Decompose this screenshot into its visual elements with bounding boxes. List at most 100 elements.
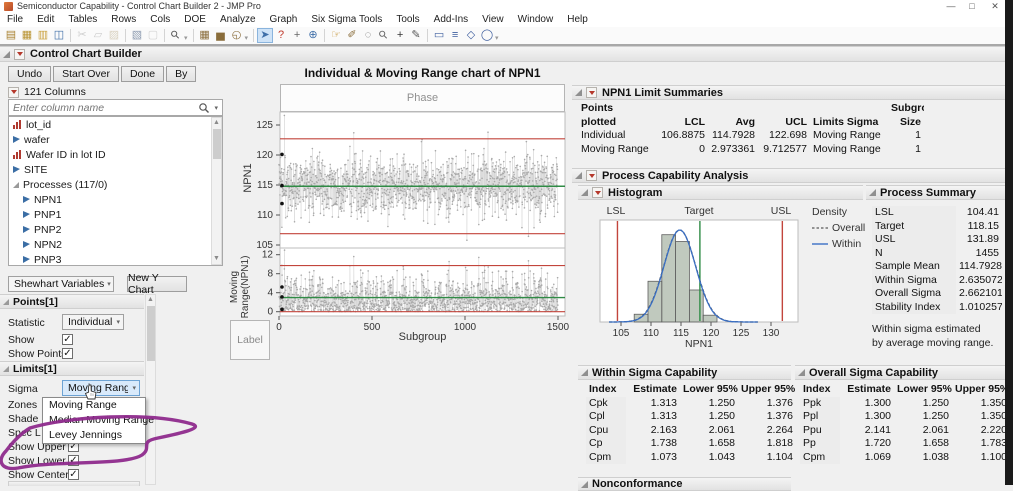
- collapse-triangle-icon[interactable]: [581, 369, 588, 376]
- menu-doe[interactable]: DOE: [177, 13, 213, 27]
- new-y-chart-button[interactable]: New Y Chart: [127, 272, 187, 296]
- menu-window[interactable]: Window: [511, 13, 561, 27]
- menu-tools[interactable]: Tools: [389, 13, 426, 27]
- grabber-tool-icon[interactable]: ☞: [328, 28, 344, 43]
- data-table-icon[interactable]: ▦: [197, 28, 213, 43]
- column-item-pnp1[interactable]: PNP1: [9, 207, 222, 222]
- paste-icon[interactable]: ▨: [106, 28, 122, 43]
- polygon-annotate-icon[interactable]: ◇: [463, 28, 479, 43]
- column-item-npn1[interactable]: NPN1: [9, 192, 222, 207]
- globe-tool-icon[interactable]: ⊕: [305, 28, 321, 43]
- table-cell: Cpl: [586, 410, 626, 424]
- statistic-dropdown[interactable]: Individual ▾: [62, 314, 124, 330]
- maximize-button[interactable]: □: [963, 0, 981, 12]
- menu-tables[interactable]: Tables: [61, 13, 104, 27]
- undo-button[interactable]: Undo: [8, 66, 52, 82]
- collapse-triangle-icon[interactable]: [581, 189, 588, 196]
- menu-graph[interactable]: Graph: [263, 13, 305, 27]
- new-data-table-icon[interactable]: ▦: [19, 28, 35, 43]
- collapse-triangle-icon[interactable]: [869, 189, 876, 196]
- sigma-option-moving-range[interactable]: Moving Range: [43, 398, 145, 413]
- start-over-button[interactable]: Start Over: [53, 66, 119, 82]
- menu-edit[interactable]: Edit: [30, 13, 61, 27]
- help-tool-icon[interactable]: ?: [273, 28, 289, 43]
- show-center-checkbox[interactable]: ✓: [68, 469, 79, 480]
- column-item-processes-117-0-[interactable]: Processes (117/0): [9, 177, 222, 192]
- show-checkbox[interactable]: ✓: [62, 334, 73, 345]
- open-icon[interactable]: ▥: [35, 28, 51, 43]
- menu-help[interactable]: Help: [560, 13, 595, 27]
- collapse-triangle-icon[interactable]: [3, 298, 9, 305]
- table-cell: 1.073: [650, 450, 677, 463]
- collapse-triangle-icon[interactable]: [3, 365, 9, 372]
- cut-icon[interactable]: ✂: [74, 28, 90, 43]
- graph-builder-icon[interactable]: ◵: [229, 28, 245, 43]
- oval-annotate-icon[interactable]: ◯: [479, 28, 495, 43]
- toolbar-overflow-icon[interactable]: ▾: [495, 34, 499, 42]
- save-icon[interactable]: ◫: [51, 28, 67, 43]
- sigma-dropdown[interactable]: Moving Range▾: [62, 380, 140, 396]
- column-list-scrollbar[interactable]: ▲ ▼: [211, 117, 222, 265]
- menu-rows[interactable]: Rows: [104, 13, 143, 27]
- rectangle-annotate-icon[interactable]: ▭: [431, 28, 447, 43]
- show-points-label: Show Points: [8, 348, 67, 360]
- control-chart-plot[interactable]: 105110115120125048120 500 1000 1500: [230, 84, 572, 350]
- crosshair-tool-icon[interactable]: +: [289, 28, 305, 43]
- collapse-triangle-icon[interactable]: [798, 369, 805, 376]
- red-triangle-menu-icon[interactable]: [592, 187, 603, 198]
- collapse-triangle-icon[interactable]: [581, 480, 588, 488]
- by-button[interactable]: By: [166, 66, 197, 82]
- shade-zones-label: Shade: [8, 413, 39, 425]
- menu-add-ins[interactable]: Add-Ins: [427, 13, 475, 27]
- arrow-tool-icon[interactable]: ➤: [257, 28, 274, 43]
- distribution-icon[interactable]: ▅: [213, 28, 229, 43]
- group-expand-icon[interactable]: [13, 181, 19, 188]
- svg-text:8: 8: [267, 269, 273, 280]
- copy-icon[interactable]: ▱: [90, 28, 106, 43]
- options-scrollbar[interactable]: ▲: [145, 294, 156, 485]
- collapse-triangle-icon[interactable]: [3, 50, 10, 58]
- show-lower-checkbox[interactable]: ✓: [68, 455, 79, 466]
- collapse-triangle-icon[interactable]: [575, 89, 582, 96]
- red-triangle-menu-icon[interactable]: [14, 48, 25, 60]
- menu-cols[interactable]: Cols: [143, 13, 177, 27]
- red-triangle-menu-icon[interactable]: [586, 170, 597, 181]
- show-points-checkbox[interactable]: ✓: [62, 348, 73, 359]
- done-button[interactable]: Done: [120, 66, 165, 82]
- menu-analyze[interactable]: Analyze: [213, 13, 263, 27]
- within-capability-table: Index Estimate Lower 95% Upper 95% Cpk 1.313 1…: [586, 383, 796, 464]
- columns-red-triangle-icon[interactable]: [8, 86, 19, 98]
- column-item-pnp3[interactable]: PNP3: [9, 252, 222, 265]
- menu-six-sigma-tools[interactable]: Six Sigma Tools: [304, 13, 389, 27]
- minimize-button[interactable]: —: [942, 0, 960, 12]
- chart-mode-selector[interactable]: Shewhart Variables ▾: [8, 276, 114, 292]
- close-button[interactable]: ✕: [986, 0, 1004, 12]
- brush-tool-icon[interactable]: ✐: [344, 28, 360, 43]
- column-item-pnp2[interactable]: PNP2: [9, 222, 222, 237]
- next-section-partial: [8, 481, 140, 486]
- toolbar-overflow-icon[interactable]: ▾: [245, 34, 249, 42]
- column-item-npn2[interactable]: NPN2: [9, 237, 222, 252]
- search-options-caret-icon[interactable]: ▾: [210, 104, 222, 112]
- column-item-wafer-id-in-lot-id[interactable]: Wafer ID in lot ID: [9, 147, 222, 162]
- table-cell: Cp: [586, 437, 626, 451]
- sigma-option-levey-jennings[interactable]: Levey Jennings: [43, 428, 145, 443]
- column-item-lot-id[interactable]: lot_id: [9, 117, 222, 132]
- red-triangle-menu-icon[interactable]: [586, 87, 597, 98]
- column-item-site[interactable]: SITE: [9, 162, 222, 177]
- table-cell: Upper 95%: [741, 383, 796, 395]
- sigma-option-median-moving-range[interactable]: Median Moving Range: [43, 413, 154, 428]
- journal-icon[interactable]: ▧: [129, 28, 145, 43]
- pencil-tool-icon[interactable]: ✎: [408, 28, 424, 43]
- process-summary-note: Within sigma estimated by average moving …: [872, 323, 994, 349]
- layout-icon[interactable]: ▢: [145, 28, 161, 43]
- lines-annotate-icon[interactable]: ≡: [447, 28, 463, 43]
- new-journal-icon[interactable]: ▤: [3, 28, 19, 43]
- collapse-triangle-icon[interactable]: [575, 172, 582, 179]
- search-input[interactable]: [9, 100, 199, 115]
- histogram-plot[interactable]: 105 110 115 120 125 130: [596, 218, 808, 342]
- menu-view[interactable]: View: [475, 13, 511, 27]
- menu-file[interactable]: File: [0, 13, 30, 27]
- column-item-wafer[interactable]: wafer: [9, 132, 222, 147]
- label-drop-zone[interactable]: Label: [230, 320, 270, 360]
